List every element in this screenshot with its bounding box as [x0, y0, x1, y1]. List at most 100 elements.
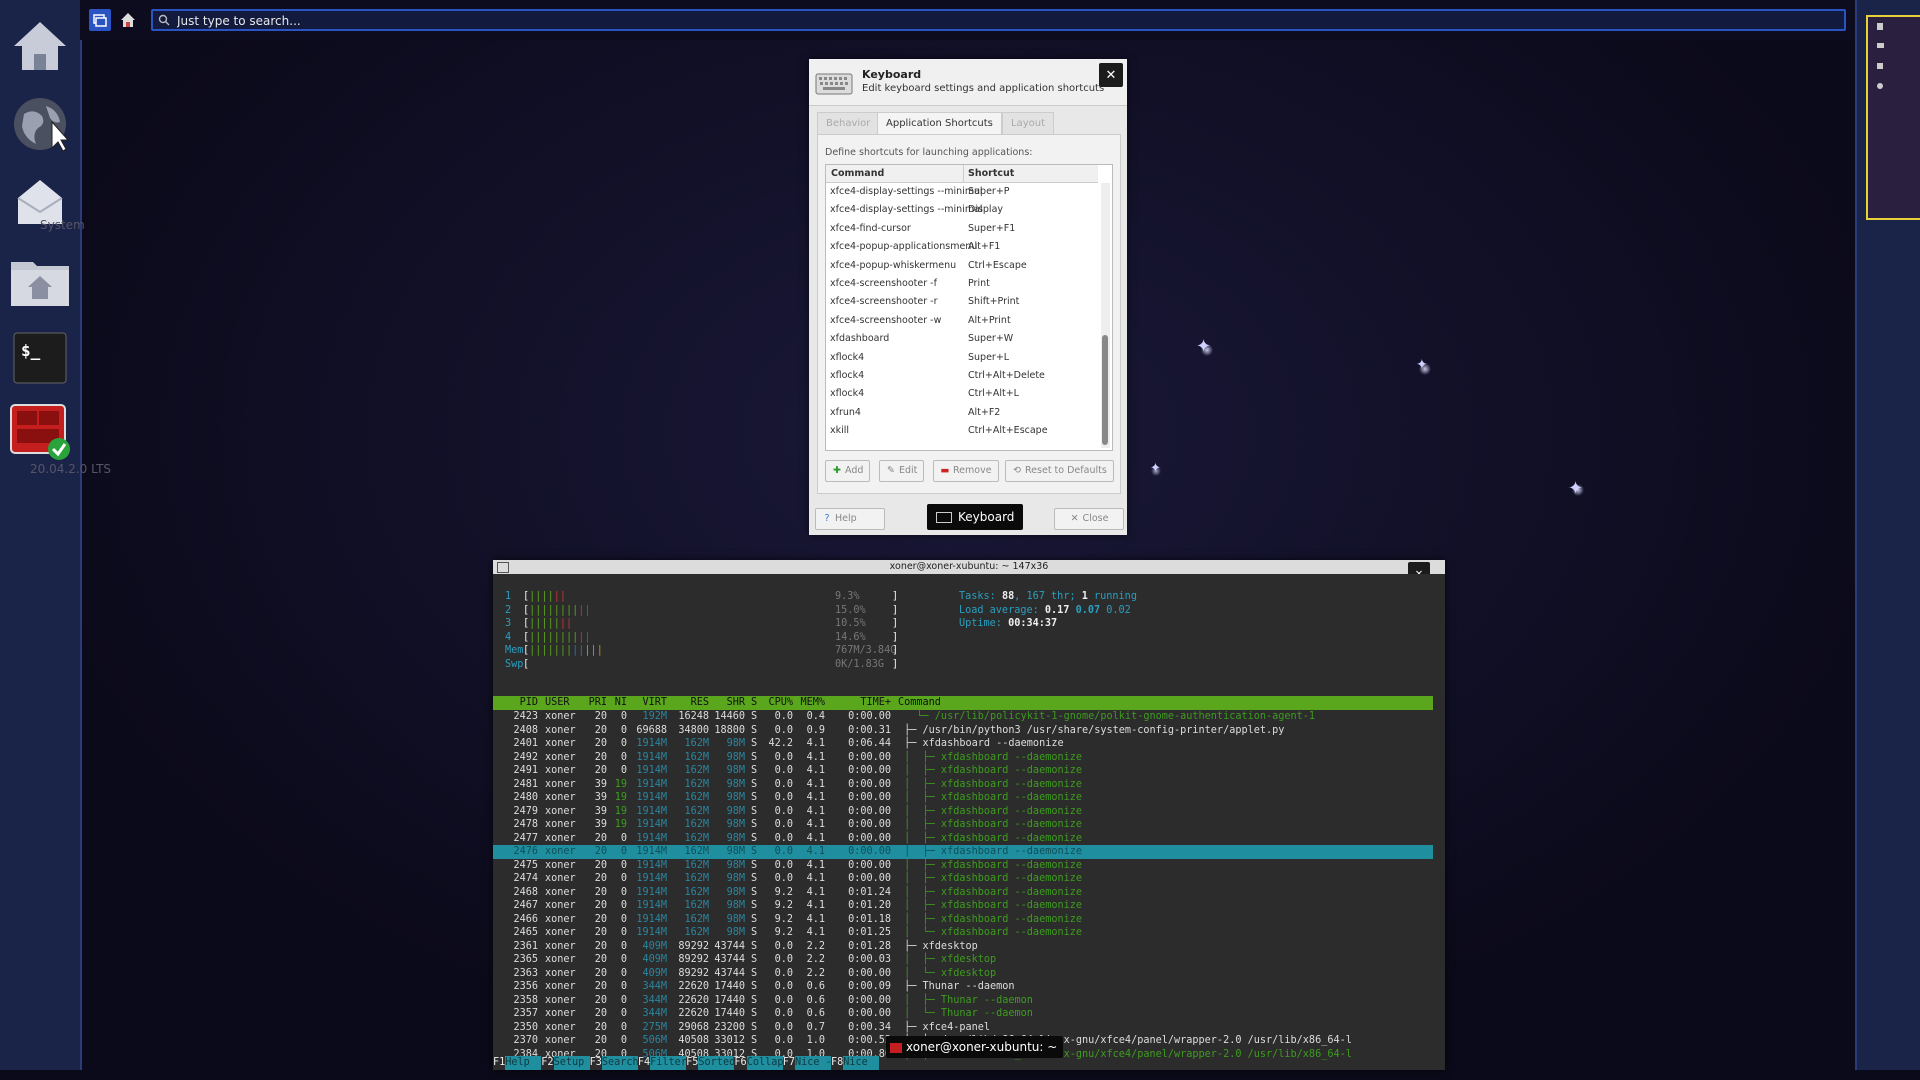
process-row[interactable]: 2466 xoner 20 0 1914M 162M 98M S 9.2 4.1 0:01.18 │…: [493, 913, 1433, 927]
table-row[interactable]: xfce4-display-settings --minimal Display: [826, 201, 1098, 219]
column-header-cpu[interactable]: CPU%: [761, 696, 793, 710]
column-header-res[interactable]: RES: [671, 696, 709, 710]
table-row[interactable]: xfce4-screenshooter -w Alt+Print: [826, 312, 1098, 330]
process-row[interactable]: 2476 xoner 20 0 1914M 162M 98M S 0.0 4.1 0:00.00 │…: [493, 845, 1433, 859]
add-button[interactable]: ✚ Add: [825, 460, 871, 482]
process-list[interactable]: 2423 xoner 20 0 192M 16248 14460 S 0.0 0.4 0:00.00…: [493, 710, 1433, 1061]
process-row[interactable]: 2468 xoner 20 0 1914M 162M 98M S 9.2 4.1 0:01.24 │…: [493, 886, 1433, 900]
column-header-command[interactable]: Command: [831, 168, 884, 179]
process-row[interactable]: 2479 xoner 39 19 1914M 162M 98M S 0.0 4.1 0:00.00 …: [493, 805, 1433, 819]
table-row[interactable]: xfdashboard Super+W: [826, 330, 1098, 348]
table-scrollbar-thumb[interactable]: [1102, 335, 1108, 445]
dock-terminal[interactable]: $_: [8, 326, 72, 390]
process-row[interactable]: 2357 xoner 20 0 344M 22620 17440 S 0.0 0.6 0:00.00…: [493, 1007, 1433, 1021]
process-row[interactable]: 2481 xoner 39 19 1914M 162M 98M S 0.0 4.1 0:00.00 …: [493, 778, 1433, 792]
table-row[interactable]: xflock4 Super+L: [826, 349, 1098, 367]
process-row[interactable]: 2492 xoner 20 0 1914M 162M 98M S 0.0 4.1 0:00.00 │…: [493, 751, 1433, 765]
table-row[interactable]: xfce4-find-cursor Super+F1: [826, 220, 1098, 238]
dock-software-updater[interactable]: [8, 400, 72, 464]
home-view-button[interactable]: [117, 9, 139, 31]
column-header-mem[interactable]: MEM%: [797, 696, 825, 710]
mini-window-icon: [1877, 83, 1883, 89]
search-box[interactable]: [151, 9, 1846, 31]
search-input[interactable]: [175, 12, 1701, 30]
process-row[interactable]: 2475 xoner 20 0 1914M 162M 98M S 0.0 4.1 0:00.00 │…: [493, 859, 1433, 873]
process-row[interactable]: 2363 xoner 20 0 409M 89292 43744 S 0.0 2.2 0:00.00…: [493, 967, 1433, 981]
fkey-label[interactable]: Nice: [843, 1056, 880, 1070]
table-row[interactable]: xfce4-popup-whiskermenu Ctrl+Escape: [826, 257, 1098, 275]
tab-layout[interactable]: Layout: [1002, 112, 1054, 135]
process-row[interactable]: 2474 xoner 20 0 1914M 162M 98M S 0.0 4.1 0:00.00 │…: [493, 872, 1433, 886]
table-row[interactable]: xfrun4 Alt+F2: [826, 404, 1098, 422]
process-row[interactable]: 2477 xoner 20 0 1914M 162M 98M S 0.0 4.1 0:00.00 │…: [493, 832, 1433, 846]
fkey-f4[interactable]: F4: [638, 1056, 650, 1070]
process-row[interactable]: 2480 xoner 39 19 1914M 162M 98M S 0.0 4.1 0:00.00 …: [493, 791, 1433, 805]
process-row[interactable]: 2356 xoner 20 0 344M 22620 17440 S 0.0 0.6 0:00.09…: [493, 980, 1433, 994]
dock-web-browser[interactable]: [8, 92, 72, 156]
fkey-f2[interactable]: F2: [541, 1056, 553, 1070]
fkey-label[interactable]: Collap: [746, 1056, 784, 1070]
dialog-close-button[interactable]: ✕: [1099, 63, 1123, 87]
fkey-label[interactable]: Setup: [553, 1056, 590, 1070]
process-row[interactable]: 2361 xoner 20 0 409M 89292 43744 S 0.0 2.2 0:01.28…: [493, 940, 1433, 954]
tab-application-shortcuts[interactable]: Application Shortcuts: [877, 112, 1002, 135]
tab-behavior[interactable]: Behavior: [817, 112, 880, 135]
column-header-pri[interactable]: PRI: [585, 696, 607, 710]
remove-button[interactable]: ▬ Remove: [933, 460, 999, 482]
table-row[interactable]: xflock4 Ctrl+Alt+L: [826, 385, 1098, 403]
process-row[interactable]: 2401 xoner 20 0 1914M 162M 98M S 42.2 4.1 0:06.44 …: [493, 737, 1433, 751]
process-row[interactable]: 2423 xoner 20 0 192M 16248 14460 S 0.0 0.4 0:00.00…: [493, 710, 1433, 724]
htop-view[interactable]: 1 [|||||| 9.3%] 2 [|||||||||| 15.0%] 3 [|||||||…: [493, 574, 1433, 1070]
column-header-s[interactable]: S: [751, 696, 757, 710]
column-header-command[interactable]: Command: [898, 696, 941, 710]
process-row[interactable]: 2467 xoner 20 0 1914M 162M 98M S 9.2 4.1 0:01.20 │…: [493, 899, 1433, 913]
process-row[interactable]: 2478 xoner 39 19 1914M 162M 98M S 0.0 4.1 0:00.00 …: [493, 818, 1433, 832]
fkey-f3[interactable]: F3: [590, 1056, 602, 1070]
table-row[interactable]: xfce4-screenshooter -r Shift+Print: [826, 293, 1098, 311]
fkey-label[interactable]: Search: [601, 1056, 639, 1070]
column-header-user[interactable]: USER: [545, 696, 570, 710]
process-row[interactable]: 2465 xoner 20 0 1914M 162M 98M S 9.2 4.1 0:01.25 │…: [493, 926, 1433, 940]
fkey-f1[interactable]: F1: [493, 1056, 505, 1070]
column-header-time[interactable]: TIME+: [833, 696, 891, 710]
fkey-f5[interactable]: F5: [686, 1056, 698, 1070]
window-menu-icon[interactable]: [497, 562, 509, 573]
fkey-label[interactable]: Sorted: [698, 1056, 735, 1070]
reset-to-defaults-button[interactable]: ⟲ Reset to Defaults: [1005, 460, 1114, 482]
column-header-shr[interactable]: SHR: [711, 696, 745, 710]
process-row[interactable]: 2408 xoner 20 0 69688 34800 18800 S 0.0 0.9 0:00.3…: [493, 724, 1433, 738]
column-header-pid[interactable]: PID: [493, 696, 538, 710]
table-row[interactable]: xfce4-display-settings --minimal Super+P: [826, 183, 1098, 201]
fkey-label[interactable]: Filter: [650, 1056, 687, 1070]
column-header-ni[interactable]: NI: [611, 696, 627, 710]
table-row[interactable]: xfce4-screenshooter -f Print: [826, 275, 1098, 293]
process-shr: 98M: [726, 913, 745, 925]
edit-button[interactable]: ✎ Edit: [879, 460, 925, 482]
fkey-label[interactable]: Help: [505, 1056, 542, 1070]
process-mem: 4.1: [806, 738, 825, 749]
column-header-shortcut[interactable]: Shortcut: [968, 168, 1014, 179]
fkey-f8[interactable]: F8: [831, 1056, 843, 1070]
column-header-virt[interactable]: VIRT: [631, 696, 667, 710]
dock-home-launcher[interactable]: [8, 14, 72, 78]
table-row[interactable]: xkill Ctrl+Alt+Escape: [826, 422, 1098, 440]
terminal-titlebar[interactable]: xoner@xoner-xubuntu: ~ 147x36: [493, 560, 1445, 574]
shortcut-keys: Alt+F1: [968, 241, 1001, 253]
table-row[interactable]: xflock4 Ctrl+Alt+Delete: [826, 367, 1098, 385]
fkey-f6[interactable]: F6: [734, 1056, 746, 1070]
process-table-header[interactable]: PID USER PRI NI VIRT RES SHR S CPU% MEM% TIME+ Comm…: [493, 696, 1433, 710]
close-button[interactable]: ✕ Close: [1054, 508, 1124, 530]
fkey-f7[interactable]: F7: [783, 1056, 795, 1070]
process-row[interactable]: 2365 xoner 20 0 409M 89292 43744 S 0.0 2.2 0:00.03…: [493, 953, 1433, 967]
process-row[interactable]: 2350 xoner 20 0 275M 29068 23200 S 0.0 0.7 0:00.34…: [493, 1021, 1433, 1035]
windows-view-button[interactable]: [89, 9, 111, 31]
process-cmd: │ ├─ xfdashboard --daemonize: [898, 886, 1083, 898]
help-button[interactable]: ? Help: [815, 508, 885, 530]
workspace-thumbnail[interactable]: [1866, 15, 1920, 220]
table-row[interactable]: xfce4-popup-applicationsmenu Alt+F1: [826, 238, 1098, 256]
fkey-label[interactable]: Nice -: [794, 1056, 832, 1070]
process-row[interactable]: 2358 xoner 20 0 344M 22620 17440 S 0.0 0.6 0:00.00…: [493, 994, 1433, 1008]
dock-file-manager[interactable]: [8, 250, 72, 314]
process-s: S: [751, 1035, 758, 1046]
process-row[interactable]: 2491 xoner 20 0 1914M 162M 98M S 0.0 4.1 0:00.00 │…: [493, 764, 1433, 778]
